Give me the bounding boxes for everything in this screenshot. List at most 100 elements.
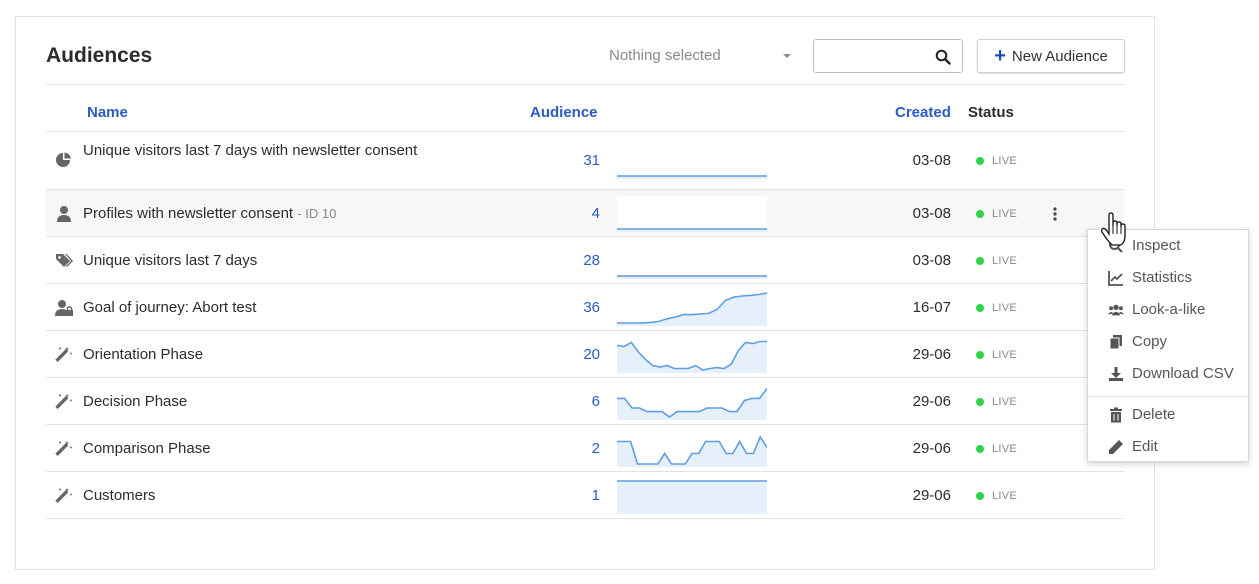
status-dot (976, 491, 984, 500)
menu-item-edit[interactable]: Edit (1088, 431, 1248, 463)
page-title: Audiences (46, 44, 153, 67)
menu-item-label: Inspect (1132, 237, 1181, 254)
sparkline-area (617, 341, 767, 373)
menu-item-download-csv[interactable]: Download CSV (1088, 358, 1248, 390)
audience-count[interactable]: 2 (526, 440, 600, 457)
menu-item-label: Delete (1132, 406, 1176, 423)
pie-chart-icon (56, 152, 71, 167)
tags-icon (56, 253, 73, 267)
audience-name[interactable]: Comparison Phase (83, 439, 423, 459)
line-chart-icon (1108, 271, 1123, 286)
audience-name-text: Unique visitors last 7 days with newslet… (83, 142, 418, 159)
audience-name[interactable]: Unique visitors last 7 days with newslet… (83, 141, 423, 161)
status-badge: LIVE (992, 395, 1018, 408)
menu-item-statistics[interactable]: Statistics (1088, 262, 1248, 294)
created-date: 29-06 (912, 486, 951, 504)
users-icon (1108, 304, 1124, 316)
user-lock-icon (55, 299, 73, 316)
audience-name[interactable]: Goal of journey: Abort test (83, 298, 423, 318)
column-header-created[interactable]: Created (895, 104, 951, 121)
audience-count[interactable]: 4 (526, 205, 600, 222)
audience-count[interactable]: 28 (526, 252, 600, 269)
sparkline-area (617, 388, 767, 420)
status-dot (976, 444, 984, 453)
menu-item-copy[interactable]: Copy (1088, 326, 1248, 358)
status-badge: LIVE (992, 155, 1018, 167)
audience-name[interactable]: Orientation Phase (83, 345, 423, 365)
copy-icon (1109, 335, 1122, 350)
audience-count[interactable]: 6 (526, 393, 600, 410)
audience-name[interactable]: Profiles with newsletter consent - ID 10 (83, 204, 423, 224)
table-row[interactable]: Comparison Phase 2 29-06 LIVE (46, 425, 1124, 472)
download-icon (1109, 367, 1123, 381)
audience-name[interactable]: Customers (83, 486, 423, 506)
sparkline-area (617, 436, 767, 467)
created-date: 03-08 (912, 204, 951, 222)
table-row[interactable]: Decision Phase 6 29-06 LIVE (46, 378, 1124, 425)
menu-item-label: Download CSV (1132, 365, 1234, 382)
table-row[interactable]: Orientation Phase 20 29-06 LIVE (46, 331, 1124, 378)
created-date: 03-08 (912, 152, 951, 169)
audience-name[interactable]: Decision Phase (83, 392, 423, 412)
row-context-menu: Inspect Statistics Look-a-like Copy Down… (1087, 229, 1249, 462)
menu-item-label: Edit (1132, 438, 1158, 455)
sparkline-area (617, 292, 767, 326)
sparkline-background (617, 195, 767, 232)
audience-count[interactable]: 1 (526, 487, 600, 504)
new-audience-label: New Audience (1011, 47, 1108, 65)
audience-count[interactable]: 31 (526, 152, 600, 169)
sparkline-background (617, 143, 767, 179)
row-actions-kebab-icon[interactable] (1052, 206, 1058, 222)
search-box[interactable] (813, 39, 963, 73)
column-header-name[interactable]: Name (87, 104, 128, 121)
sparkline-background (617, 243, 767, 279)
caret-down-icon (783, 54, 791, 58)
status-badge: LIVE (992, 207, 1018, 220)
magic-wand-icon (55, 440, 73, 456)
audience-count[interactable]: 36 (526, 299, 600, 316)
status-badge: LIVE (992, 489, 1018, 502)
audience-trend-sparkline (617, 143, 767, 179)
magic-wand-icon (55, 346, 73, 362)
audience-trend-sparkline (617, 243, 767, 279)
created-date: 16-07 (912, 298, 951, 316)
status-badge: LIVE (992, 254, 1018, 267)
table-row[interactable]: Unique visitors last 7 days 28 03-08 LIVE (46, 237, 1124, 284)
magic-wand-icon (55, 393, 73, 409)
audience-name-text: Goal of journey: Abort test (83, 298, 257, 316)
user-icon (57, 205, 71, 222)
audience-trend-sparkline (617, 479, 767, 514)
filter-select-value: Nothing selected (609, 47, 721, 64)
status-dot (976, 397, 984, 406)
filter-select[interactable]: Nothing selected (599, 39, 800, 72)
column-header-status: Status (968, 104, 1014, 121)
table-row[interactable]: Profiles with newsletter consent - ID 10… (46, 190, 1124, 237)
menu-item-look-a-like[interactable]: Look-a-like (1088, 294, 1248, 326)
status-badge: LIVE (992, 348, 1018, 361)
audience-trend-sparkline (617, 195, 767, 232)
audience-name[interactable]: Unique visitors last 7 days (83, 251, 423, 271)
column-header-audience[interactable]: Audience (530, 104, 598, 121)
new-audience-button[interactable]: + New Audience (977, 39, 1125, 73)
audience-trend-sparkline (617, 387, 767, 420)
plus-icon: + (994, 45, 1006, 67)
menu-item-delete[interactable]: Delete (1088, 399, 1248, 431)
audience-count[interactable]: 20 (526, 346, 600, 363)
created-date: 29-06 (912, 345, 951, 363)
table-row[interactable]: Unique visitors last 7 days with newslet… (46, 132, 1124, 190)
search-input[interactable] (820, 44, 930, 68)
audience-trend-sparkline (617, 340, 767, 373)
audience-trend-sparkline (617, 291, 767, 326)
audience-name-text: Customers (83, 486, 156, 504)
audience-name-text: Decision Phase (83, 392, 188, 410)
status-badge: LIVE (992, 442, 1018, 455)
search-icon[interactable] (935, 49, 951, 65)
sparkline-area (617, 480, 767, 514)
menu-item-label: Copy (1132, 333, 1168, 350)
table-row[interactable]: Customers 1 29-06 LIVE (46, 472, 1124, 519)
header-divider (46, 84, 1124, 85)
status-dot (976, 157, 984, 165)
menu-item-label: Statistics (1132, 269, 1193, 286)
status-dot (976, 303, 984, 312)
table-row[interactable]: Goal of journey: Abort test 36 16-07 LIVE (46, 284, 1124, 331)
